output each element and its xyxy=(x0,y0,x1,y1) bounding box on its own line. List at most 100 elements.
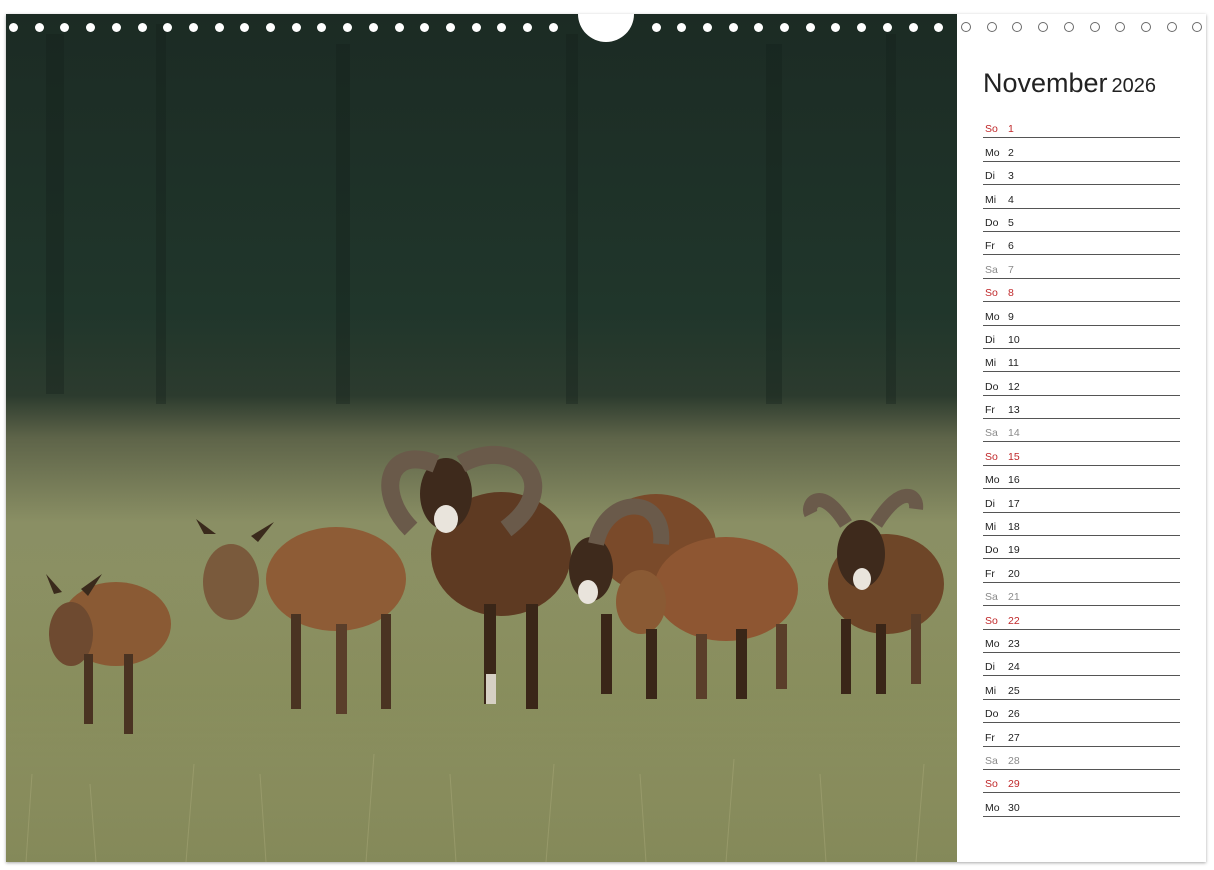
day-row: Sa 7 xyxy=(983,255,1180,279)
weekday-label: Sa xyxy=(985,263,998,276)
weekday-label: Di xyxy=(985,333,995,346)
day-row: Mi 4 xyxy=(983,185,1180,209)
binding-hole xyxy=(86,23,96,32)
day-row: Di 3 xyxy=(983,162,1180,186)
weekday-label: Fr xyxy=(985,731,995,744)
day-list: So 1 Mo 2 Di 3 Mi 4 Do 5 Fr 6 Sa 7 So 8 Mo 9 Di 10 Mi 11 Do 12 F… xyxy=(983,115,1180,817)
binding-hole xyxy=(986,22,997,32)
day-number: 19 xyxy=(1008,544,1020,557)
weekday-label: Mi xyxy=(985,684,997,697)
day-row: Di 24 xyxy=(983,653,1180,677)
day-row: So 15 xyxy=(983,442,1180,466)
weekday-label: So xyxy=(985,778,998,791)
day-row: Fr 6 xyxy=(983,232,1180,256)
weekday-label: Mo xyxy=(985,801,1000,814)
day-number: 25 xyxy=(1008,684,1020,697)
day-row: Sa 28 xyxy=(983,747,1180,770)
binding-hole xyxy=(702,23,712,32)
day-number: 2 xyxy=(1008,146,1014,159)
day-number: 28 xyxy=(1008,754,1020,767)
binding-hole xyxy=(1166,22,1177,32)
day-row: Do 5 xyxy=(983,209,1180,232)
day-row: Do 12 xyxy=(983,372,1180,396)
weekday-label: Di xyxy=(985,170,995,183)
day-number: 9 xyxy=(1008,310,1014,323)
weekday-label: So xyxy=(985,614,998,627)
binding-hole xyxy=(266,23,275,32)
spiral-binding xyxy=(0,14,1214,42)
binding-hole xyxy=(214,23,224,32)
weekday-label: Do xyxy=(985,216,999,229)
day-number: 18 xyxy=(1008,521,1020,534)
day-row: Mo 16 xyxy=(983,466,1180,490)
binding-hole xyxy=(368,23,378,32)
weekday-label: Sa xyxy=(985,754,998,767)
binding-hole xyxy=(445,23,455,32)
day-row: Mi 25 xyxy=(983,676,1180,700)
binding-hole xyxy=(1038,22,1049,32)
day-row: So 22 xyxy=(983,606,1180,630)
day-row: Mo 9 xyxy=(983,302,1180,326)
day-number: 23 xyxy=(1008,637,1020,650)
day-number: 10 xyxy=(1008,333,1020,346)
mouflon-photo xyxy=(6,14,957,862)
weekday-label: Sa xyxy=(985,427,998,440)
binding-hole xyxy=(1192,22,1203,32)
binding-hole xyxy=(111,23,121,32)
binding-hole xyxy=(831,23,841,32)
day-row: Do 19 xyxy=(983,536,1180,560)
binding-hole xyxy=(1063,22,1074,32)
binding-hole xyxy=(1140,22,1151,32)
binding-hole xyxy=(291,23,301,32)
day-row: Sa 21 xyxy=(983,583,1180,607)
day-number: 16 xyxy=(1008,474,1020,487)
day-row: Sa 14 xyxy=(983,419,1180,443)
day-row: Mo 2 xyxy=(983,138,1180,162)
day-row: Do 26 xyxy=(983,700,1180,724)
binding-hole xyxy=(34,23,44,32)
binding-hole xyxy=(1012,22,1023,32)
binding-hole xyxy=(9,23,18,32)
weekday-label: Mo xyxy=(985,637,1000,650)
day-row: Fr 27 xyxy=(983,723,1180,747)
weekday-label: Mi xyxy=(985,357,997,370)
day-row: Mo 30 xyxy=(983,793,1180,817)
day-number: 3 xyxy=(1008,170,1014,183)
weekday-label: Do xyxy=(985,708,999,721)
binding-hole xyxy=(651,23,661,32)
weekday-label: Di xyxy=(985,661,995,674)
weekday-label: Do xyxy=(985,544,999,557)
binding-hole xyxy=(934,23,944,32)
day-number: 11 xyxy=(1008,357,1019,370)
day-number: 20 xyxy=(1008,567,1020,580)
weekday-label: Di xyxy=(985,497,995,510)
month-name: November xyxy=(983,68,1108,98)
binding-hole xyxy=(882,23,892,32)
weekday-label: Fr xyxy=(985,240,995,253)
day-number: 17 xyxy=(1008,497,1020,510)
weekday-label: Do xyxy=(985,380,999,393)
month-title: November 2026 xyxy=(983,68,1156,99)
day-number: 27 xyxy=(1008,731,1020,744)
calendar-panel: November 2026 So 1 Mo 2 Di 3 Mi 4 Do 5 Fr 6 Sa 7 So 8 Mo 9… xyxy=(957,14,1206,862)
day-number: 5 xyxy=(1008,216,1014,229)
binding-hole xyxy=(317,23,327,32)
binding-hole xyxy=(240,23,250,32)
binding-hole xyxy=(497,23,507,32)
binding-hole xyxy=(805,23,815,32)
year-label: 2026 xyxy=(1111,75,1157,97)
day-number: 24 xyxy=(1008,661,1020,674)
binding-hole xyxy=(677,23,687,32)
binding-hole xyxy=(163,23,173,32)
weekday-label: Mo xyxy=(985,474,1000,487)
weekday-label: Mo xyxy=(985,310,1000,323)
day-number: 4 xyxy=(1008,193,1014,206)
weekday-label: So xyxy=(985,123,998,136)
day-number: 14 xyxy=(1008,427,1020,440)
day-row: Fr 20 xyxy=(983,559,1180,583)
binding-hole xyxy=(343,23,353,32)
binding-hole xyxy=(780,23,789,32)
binding-hole xyxy=(1089,22,1100,32)
day-row: Di 10 xyxy=(983,326,1180,349)
binding-hole xyxy=(728,23,738,32)
